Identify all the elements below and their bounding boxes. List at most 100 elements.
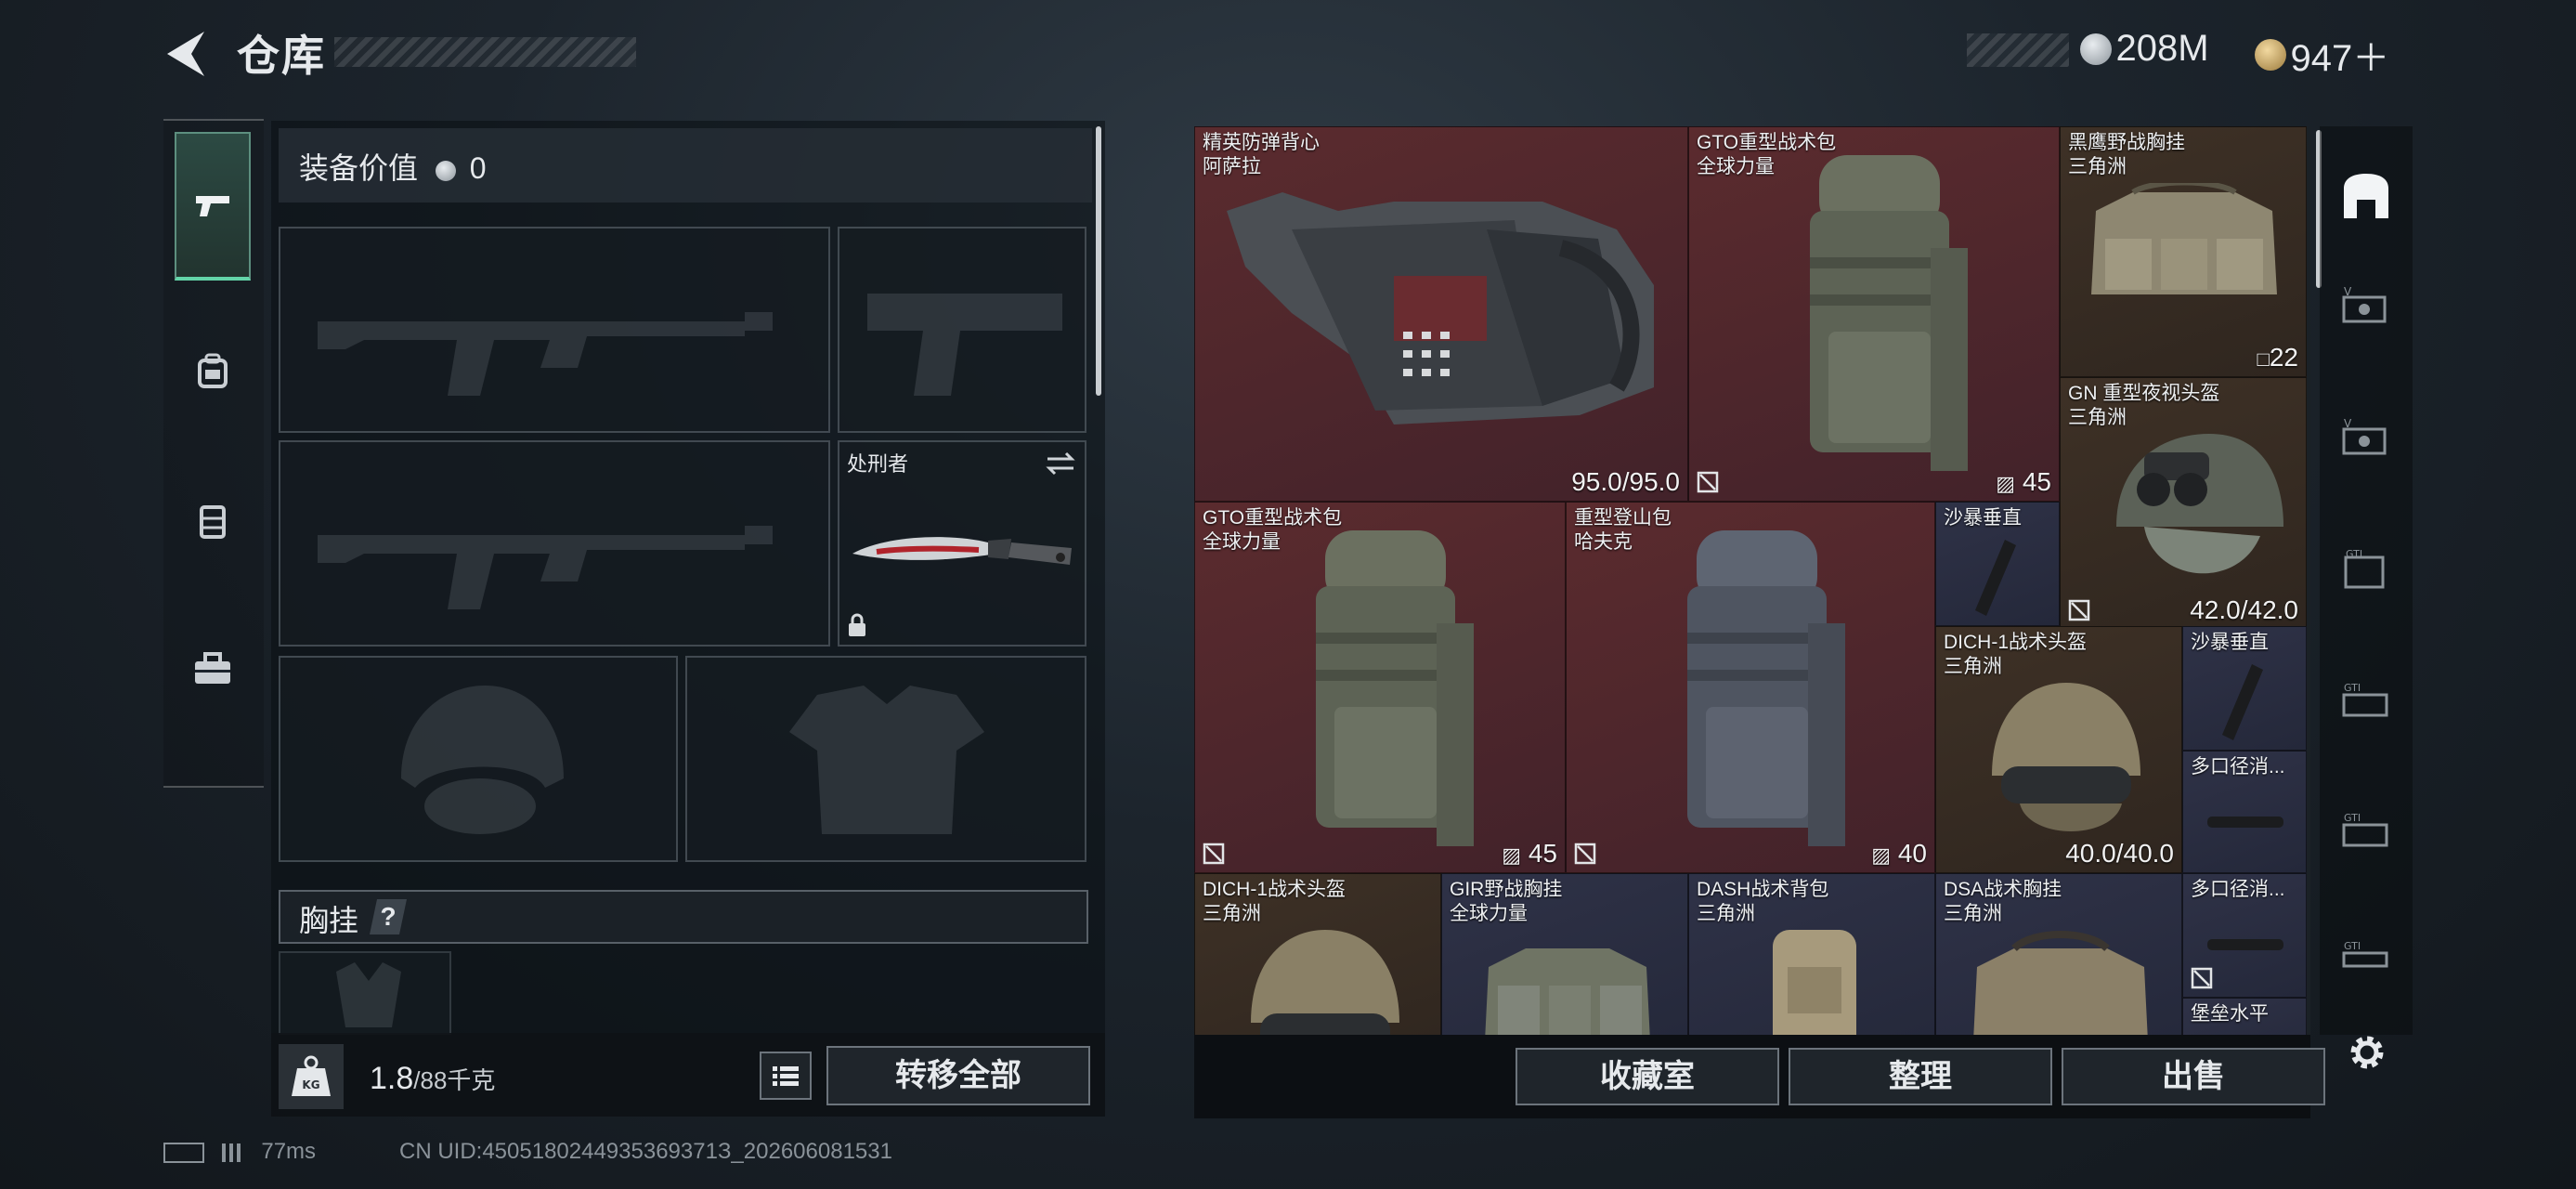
storage-icon — [2344, 174, 2388, 218]
item-name-label: DICH-1战术头盔 三角洲 — [1944, 632, 2088, 677]
nav-weapons[interactable] — [175, 132, 251, 281]
stash-tab-icon: GTI — [2342, 682, 2388, 717]
loadout-scrollbar[interactable] — [1096, 126, 1101, 396]
capacity-icon: ▨ — [1502, 843, 1522, 867]
stash-item-dash-backpack[interactable]: DASH战术背包 三角洲 — [1688, 873, 1935, 1035]
capacity-icon: ▨ — [1996, 472, 2016, 495]
stash-tab-3[interactable]: V — [2329, 388, 2403, 490]
rifle-silhouette-icon — [318, 312, 773, 396]
stash-tab-2[interactable]: V — [2329, 256, 2403, 359]
stash-grid: 精英防弹背心 阿萨拉 95.0/95.0 GTO重型战术包 全球力量 ▨ 45 黑鹰… — [1194, 126, 2310, 1035]
stash-item-chest-rig[interactable]: DSA战术胸挂 三角洲 — [1935, 873, 2182, 1035]
stash-item-grip[interactable]: 沙暴垂直 — [2182, 626, 2307, 751]
armor-vest-image — [1227, 192, 1654, 425]
svg-text:GTI: GTI — [2346, 548, 2362, 560]
stash-item-climbing-pack[interactable]: 重型登山包 哈夫克 ▨ 40 — [1566, 502, 1935, 873]
chest-rig-label: 胸挂 — [299, 904, 359, 937]
stash-item-fort[interactable]: 堡垒水平 — [2182, 998, 2307, 1035]
capacity-stat: ▨ 40 — [1871, 839, 1927, 868]
slots-icon: □ — [2257, 347, 2270, 371]
page-title: 仓库 — [237, 32, 326, 80]
melee-slot[interactable]: 处刑者 — [838, 440, 1086, 647]
suppressor-image — [2207, 817, 2283, 828]
stash-item-chest-rig[interactable]: GIR野战胸挂 全球力量 — [1441, 873, 1688, 1035]
stash-item-suppressor[interactable]: 多口径消... — [2182, 873, 2307, 998]
nav-case[interactable] — [175, 446, 251, 594]
pistol-icon — [196, 196, 229, 216]
item-name-label: 精英防弹背心 阿萨拉 — [1203, 132, 1320, 177]
gear-icon[interactable] — [2342, 1027, 2392, 1078]
equipment-value-label: 装备价值 — [299, 151, 419, 185]
weight-icon: KG — [279, 1044, 344, 1109]
stash-tab-5[interactable]: GTI — [2329, 652, 2403, 754]
stash-item-suppressor[interactable]: 多口径消... — [2182, 751, 2307, 873]
gold-currency[interactable]: 947＋ — [2255, 28, 2389, 82]
item-name-label: GTO重型战术包 全球力量 — [1697, 132, 1837, 177]
chest-rig-slot[interactable] — [279, 951, 451, 1035]
pistol-silhouette-icon — [867, 294, 1062, 396]
stash-tab-nav: V V GTI GTI GTI GTI — [2320, 126, 2413, 1035]
slots-stat: □22 — [2257, 343, 2298, 372]
stash-item-gto-backpack[interactable]: GTO重型战术包 全球力量 ▨ 45 — [1688, 126, 2060, 502]
item-name-label: GIR野战胸挂 全球力量 — [1450, 879, 1563, 924]
svg-text:GTI: GTI — [2344, 682, 2361, 694]
sidearm-slot[interactable] — [838, 227, 1086, 433]
lock-icon — [849, 613, 865, 636]
silver-currency[interactable]: 208M — [2080, 28, 2209, 70]
organize-button[interactable]: 整理 — [1789, 1048, 2052, 1105]
item-name-label: 沙暴垂直 — [1944, 507, 2022, 529]
secondary-weapon-slot[interactable] — [279, 440, 830, 647]
svg-text:V: V — [2344, 285, 2352, 298]
helmet-slot[interactable] — [279, 656, 678, 862]
swap-icon[interactable] — [1044, 450, 1077, 477]
stash-item-grip[interactable]: 沙暴垂直 — [1935, 502, 2060, 626]
stash-tab-4[interactable]: GTI — [2329, 520, 2403, 622]
armor-slot[interactable] — [685, 656, 1086, 862]
item-name-label: 堡垒水平 — [2191, 1003, 2269, 1025]
item-name-label: 重型登山包 哈夫克 — [1574, 507, 1672, 553]
silver-coin-icon — [435, 160, 456, 181]
toolbox-icon — [195, 652, 230, 684]
equipment-value-amount: 0 — [469, 151, 487, 185]
backpack-icon — [198, 353, 228, 388]
capacity-stat: ▨ 45 — [1502, 839, 1557, 868]
svg-text:V: V — [2344, 417, 2352, 430]
no-insure-icon — [2191, 967, 2213, 989]
stash-item-nv-helmet[interactable]: GN 重型夜视头盔 三角洲 42.0/42.0 — [2060, 377, 2307, 630]
stash-item-gto-backpack[interactable]: GTO重型战术包 全球力量 ▨ 45 — [1194, 502, 1566, 873]
stash-tab-all[interactable] — [2329, 145, 2403, 247]
vertical-grip-image — [2222, 664, 2263, 740]
transfer-all-button[interactable]: 转移全部 — [826, 1046, 1090, 1105]
stash-item-vest[interactable]: 精英防弹背心 阿萨拉 95.0/95.0 — [1194, 126, 1688, 502]
capacity-stat: ▨ 45 — [1996, 467, 2051, 496]
tactical-helmet-image — [1992, 683, 2140, 831]
durability-label: 95.0/95.0 — [1571, 467, 1680, 496]
nav-toolbox[interactable] — [175, 594, 251, 743]
nav-backpack[interactable] — [175, 297, 251, 446]
chest-rig-image — [1973, 931, 2148, 1035]
list-view-button[interactable] — [760, 1052, 812, 1100]
chest-rig-image — [2091, 183, 2277, 294]
carry-weight: 1.8/88千克 — [370, 1061, 495, 1097]
stash-tab-6[interactable]: GTI — [2329, 782, 2403, 884]
battery-icon — [163, 1142, 204, 1163]
collection-room-button[interactable]: 收藏室 — [1516, 1048, 1779, 1105]
equipment-value: 装备价值 0 — [299, 145, 487, 188]
weight-current: 1.8 — [370, 1061, 414, 1096]
stash-tab-icon: GTI — [2342, 940, 2388, 968]
stash-tab-icon: V — [2342, 417, 2387, 455]
stash-tab-7[interactable]: GTI — [2329, 907, 2403, 1009]
stash-item-dich-helmet[interactable]: DICH-1战术头盔 三角洲 — [1194, 873, 1441, 1035]
rifle-silhouette-icon — [318, 526, 773, 609]
stash-tab-icon: GTI — [2342, 812, 2388, 847]
stash-item-chest-rig[interactable]: 黑鹰野战胸挂 三角洲 □22 — [2060, 126, 2307, 377]
item-name-label: DASH战术背包 三角洲 — [1697, 879, 1829, 924]
durability-label: 40.0/40.0 — [2065, 839, 2174, 868]
stash-item-dich-helmet[interactable]: DICH-1战术头盔 三角洲 40.0/40.0 — [1935, 626, 2182, 873]
item-name-label: 多口径消... — [2191, 879, 2285, 900]
tactical-backpack-image — [1316, 530, 1474, 846]
primary-weapon-slot[interactable] — [279, 227, 830, 433]
back-arrow-icon[interactable] — [160, 26, 215, 82]
sell-button[interactable]: 出售 — [2062, 1048, 2325, 1105]
item-name-label: 沙暴垂直 — [2191, 632, 2269, 653]
